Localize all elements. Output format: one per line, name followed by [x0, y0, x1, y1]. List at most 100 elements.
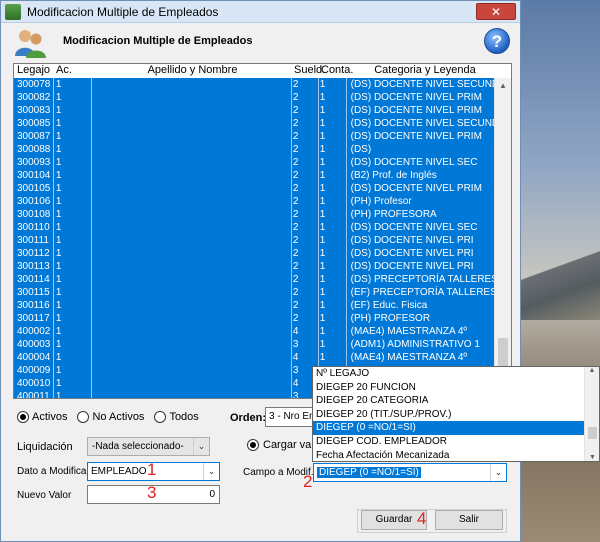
cell-apellido [92, 273, 292, 286]
column-header-categoria[interactable]: Categoria y Leyenda [348, 64, 498, 77]
cell-conta: 1 [319, 143, 347, 156]
cell-apellido [92, 299, 292, 312]
table-row[interactable]: 300116 1 2 1 (EF) Educ. Fisica [14, 299, 496, 312]
scroll-down-icon[interactable]: ▼ [585, 454, 600, 461]
cell-categoria: (B2) Prof. de Inglés [347, 169, 496, 182]
table-row[interactable]: 300114 1 2 1 (DS) PRECEPTORÍA TALLERES [14, 273, 496, 286]
cargar-valor-option[interactable]: Cargar valo [247, 439, 320, 451]
cell-conta: 1 [319, 156, 347, 169]
radio-no-activos-dot[interactable] [77, 411, 90, 423]
cell-legajo: 300111 [14, 234, 54, 247]
cell-apellido [92, 169, 292, 182]
campo-select[interactable]: DIEGEP (0 =NO/1=SI) ⌄ [313, 463, 507, 482]
dropdown-option[interactable]: DIEGEP 20 FUNCION [313, 381, 599, 395]
table-row[interactable]: 300083 1 2 1 (DS) DOCENTE NIVEL PRIM [14, 104, 496, 117]
dropdown-option[interactable]: Fecha Afectación Mecanizada [313, 449, 599, 463]
scroll-up-icon[interactable]: ▲ [495, 78, 511, 94]
table-row[interactable]: 300115 1 2 1 (EF) PRECEPTORÍA TALLERES [14, 286, 496, 299]
cell-categoria: (PH) PROFESOR [347, 312, 496, 325]
cell-apellido [92, 351, 292, 364]
cell-sueld: 2 [292, 130, 319, 143]
cell-sueld: 2 [292, 182, 319, 195]
table-row[interactable]: 300093 1 2 1 (DS) DOCENTE NIVEL SEC [14, 156, 496, 169]
cell-ac: 1 [54, 260, 92, 273]
table-row[interactable]: 400004 1 4 1 (MAE4) MAESTRANZA 4º [14, 351, 496, 364]
annotation-number: 4 [417, 509, 427, 528]
table-row[interactable]: 300078 1 2 1 (DS) DOCENTE NIVEL SECUND [14, 78, 496, 91]
status-filter: Activos No Activos Todos [17, 411, 199, 423]
campo-dropdown-list[interactable]: Nº LEGAJO DIEGEP 20 FUNCION DIEGEP 20 CATE… [312, 366, 600, 462]
scroll-thumb[interactable] [588, 427, 597, 439]
dropdown-scrollbar[interactable]: ▲ ▼ [584, 367, 599, 461]
cell-conta: 1 [319, 338, 347, 351]
table-row[interactable]: 300108 1 2 1 (PH) PROFESORA [14, 208, 496, 221]
close-button[interactable]: ✕ [476, 3, 516, 20]
salir-button[interactable]: Salir [435, 510, 503, 530]
column-header-apellido[interactable]: Apellido y Nombre [92, 64, 293, 77]
dato-value: EMPLEADO [91, 466, 147, 477]
chevron-down-icon[interactable]: ⌄ [490, 464, 506, 481]
cell-ac: 1 [54, 364, 92, 377]
table-row[interactable]: 300112 1 2 1 (DS) DOCENTE NIVEL PRI [14, 247, 496, 260]
table-row[interactable]: 300082 1 2 1 (DS) DOCENTE NIVEL PRIM [14, 91, 496, 104]
radio-todos[interactable]: Todos [154, 411, 199, 423]
radio-activos-dot[interactable] [17, 411, 29, 423]
cell-legajo: 300105 [14, 182, 54, 195]
dropdown-option[interactable]: DIEGEP 20 (TIT./SUP./PROV.) [313, 408, 599, 422]
chevron-down-icon[interactable]: ⌄ [193, 438, 209, 455]
table-row[interactable]: 300111 1 2 1 (DS) DOCENTE NIVEL PRI [14, 234, 496, 247]
radio-todos-dot[interactable] [154, 411, 167, 423]
cell-legajo: 300117 [14, 312, 54, 325]
cell-sueld: 2 [292, 156, 319, 169]
dropdown-option[interactable]: DIEGEP (0 =NO/1=SI) [313, 421, 599, 435]
table-row[interactable]: 300117 1 2 1 (PH) PROFESOR [14, 312, 496, 325]
radio-todos-label: Todos [169, 411, 199, 423]
cell-legajo: 300108 [14, 208, 54, 221]
radio-activos[interactable]: Activos [17, 411, 67, 423]
cell-apellido [92, 182, 292, 195]
table-row[interactable]: 300113 1 2 1 (DS) DOCENTE NIVEL PRI [14, 260, 496, 273]
mountain-ridge [520, 250, 600, 320]
table-row[interactable]: 300105 1 2 1 (DS) DOCENTE NIVEL PRIM [14, 182, 496, 195]
table-row[interactable]: 400003 1 3 1 (ADM1) ADMINISTRATIVO 1 [14, 338, 496, 351]
employees-grid[interactable]: Legajo Ac. Apellido y Nombre Sueld. Cont… [13, 63, 512, 399]
column-header-conta[interactable]: Conta. [320, 64, 353, 77]
table-row[interactable]: 300085 1 2 1 (DS) DOCENTE NIVEL SECUND [14, 117, 496, 130]
cell-legajo: 400003 [14, 338, 54, 351]
radio-no-activos[interactable]: No Activos [77, 411, 144, 423]
cell-apellido [92, 234, 292, 247]
cell-ac: 1 [54, 130, 92, 143]
dropdown-option[interactable]: DIEGEP COD. EMPLEADOR [313, 435, 599, 449]
cell-legajo: 300104 [14, 169, 54, 182]
dropdown-option[interactable]: Nº LEGAJO [313, 367, 599, 381]
table-row[interactable]: 300106 1 2 1 (PH) Profesor [14, 195, 496, 208]
cell-ac: 1 [54, 286, 92, 299]
column-header-legajo[interactable]: Legajo [14, 64, 54, 77]
table-row[interactable]: 300088 1 2 1 (DS) [14, 143, 496, 156]
table-row[interactable]: 300104 1 2 1 (B2) Prof. de Inglés [14, 169, 496, 182]
chevron-down-icon[interactable]: ⌄ [203, 463, 219, 480]
column-header-ac[interactable]: Ac. [54, 64, 92, 77]
liquidacion-select[interactable]: -Nada seleccionado- ⌄ [87, 437, 210, 456]
cell-sueld: 2 [292, 117, 319, 130]
table-row[interactable]: 300087 1 2 1 (DS) DOCENTE NIVEL PRIM [14, 130, 496, 143]
cell-sueld: 2 [292, 208, 319, 221]
table-row[interactable]: 300110 1 2 1 (DS) DOCENTE NIVEL SEC [14, 221, 496, 234]
table-row[interactable]: 400002 1 4 1 (MAE4) MAESTRANZA 4º [14, 325, 496, 338]
cell-ac: 1 [54, 247, 92, 260]
cell-sueld: 2 [292, 143, 319, 156]
scroll-up-icon[interactable]: ▲ [585, 367, 599, 374]
cell-conta: 1 [319, 117, 347, 130]
cargar-valor-radio[interactable] [247, 439, 259, 451]
cell-ac: 1 [54, 390, 92, 398]
dropdown-option[interactable]: DIEGEP 20 CATEGORIA [313, 394, 599, 408]
cell-apellido [92, 156, 292, 169]
help-icon[interactable]: ? [484, 28, 510, 54]
grid-scrollbar[interactable]: ▲ ▼ [494, 78, 511, 398]
cell-apellido [92, 364, 292, 377]
cell-apellido [92, 325, 292, 338]
column-header-sueld[interactable]: Sueld. [293, 64, 325, 77]
cell-categoria: (DS) DOCENTE NIVEL PRIM [347, 182, 496, 195]
cell-categoria: (DS) DOCENTE NIVEL SEC [347, 221, 496, 234]
title-bar: Modificacion Multiple de Empleados ✕ [1, 1, 520, 23]
